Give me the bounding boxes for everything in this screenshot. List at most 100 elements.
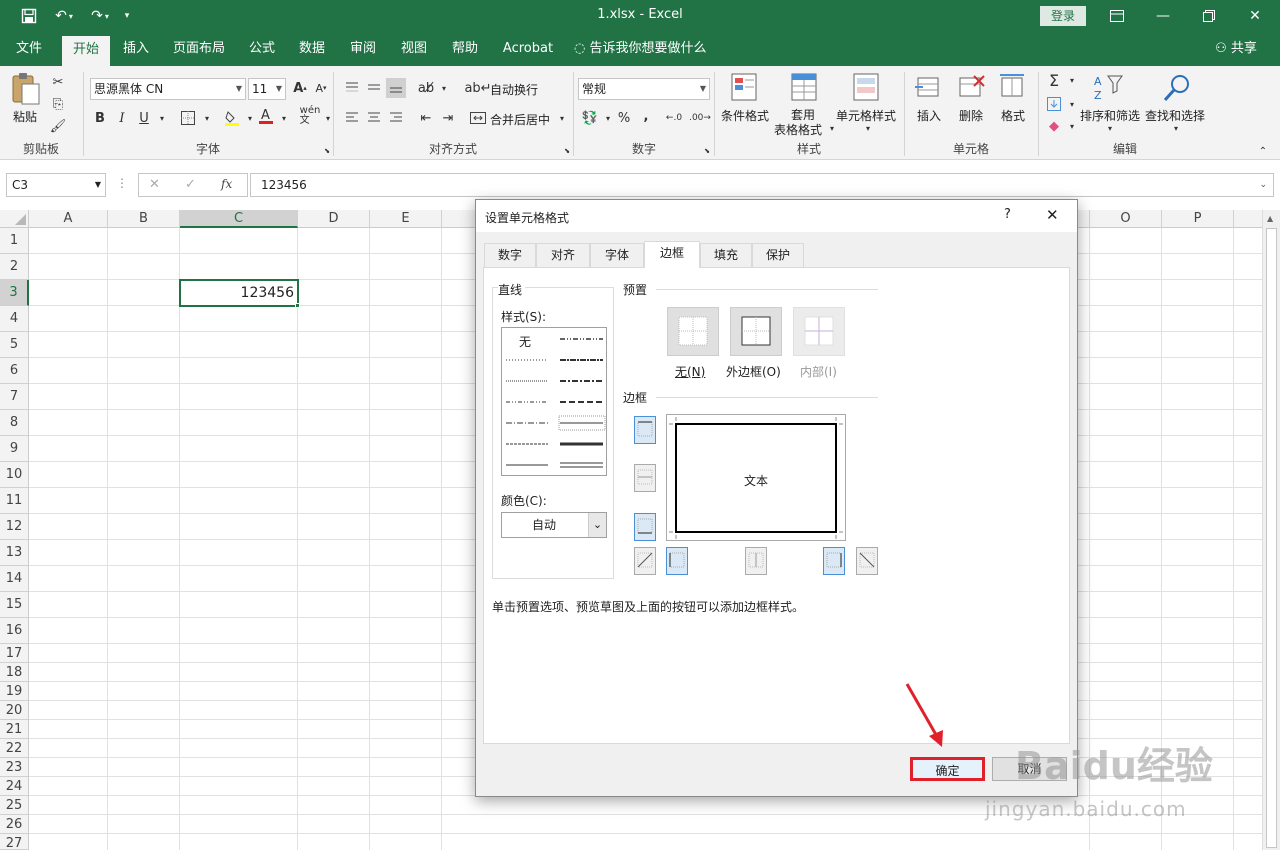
font-color-icon[interactable]: A: [256, 106, 276, 126]
tab-insert[interactable]: 插入: [114, 32, 158, 66]
row-header[interactable]: 26: [0, 815, 29, 834]
decrease-decimal-icon[interactable]: .00→: [689, 108, 711, 128]
collapse-ribbon-icon[interactable]: ⌃: [1256, 144, 1270, 158]
dialog-tab-protection[interactable]: 保护: [752, 243, 804, 267]
autosum-icon[interactable]: Σ: [1044, 70, 1064, 90]
row-header[interactable]: 27: [0, 834, 29, 851]
row-header[interactable]: 2: [0, 254, 29, 280]
row-header[interactable]: 5: [0, 332, 29, 358]
bottom-align-icon[interactable]: [386, 78, 406, 98]
border-middle-horizontal-button[interactable]: [634, 464, 656, 492]
row-header[interactable]: 10: [0, 462, 29, 488]
bold-button[interactable]: B: [90, 108, 110, 128]
row-header[interactable]: 25: [0, 796, 29, 815]
row-header[interactable]: 24: [0, 777, 29, 796]
row-header[interactable]: 15: [0, 592, 29, 618]
row-header[interactable]: 17: [0, 644, 29, 663]
tab-review[interactable]: 审阅: [341, 32, 385, 66]
login-button[interactable]: 登录: [1040, 6, 1086, 26]
scroll-thumb[interactable]: [1266, 228, 1277, 848]
format-painter-icon[interactable]: 🖌: [48, 116, 68, 136]
font-name-select[interactable]: 思源黑体 CN ▼: [90, 78, 246, 100]
cut-icon[interactable]: ✂: [48, 72, 68, 92]
row-header[interactable]: 9: [0, 436, 29, 462]
row-header[interactable]: 16: [0, 618, 29, 644]
tab-acrobat[interactable]: Acrobat: [496, 32, 560, 66]
currency-icon[interactable]: 💱: [580, 108, 600, 128]
font-launcher-icon[interactable]: ⬊: [322, 146, 332, 156]
format-cells-icon[interactable]: [998, 72, 1028, 104]
column-header[interactable]: E: [370, 210, 442, 228]
tab-help[interactable]: 帮助: [443, 32, 487, 66]
autosum-dropdown-icon[interactable]: ▾: [1062, 70, 1082, 90]
merge-dropdown-icon[interactable]: ▾: [552, 108, 572, 128]
border-diagonal-up-button[interactable]: [634, 547, 656, 575]
column-header-active[interactable]: C: [180, 210, 298, 228]
help-button[interactable]: ?: [1004, 207, 1011, 222]
tab-view[interactable]: 视图: [392, 32, 436, 66]
row-header[interactable]: 1: [0, 228, 29, 254]
dialog-close-button[interactable]: ✕: [1046, 206, 1059, 224]
vertical-scrollbar[interactable]: ▲: [1262, 210, 1280, 850]
dialog-tab-font[interactable]: 字体: [590, 243, 644, 267]
insert-cells-button[interactable]: 插入: [917, 107, 941, 124]
active-cell-c3[interactable]: 123456: [179, 279, 299, 307]
paste-label[interactable]: 粘贴: [13, 108, 37, 125]
confirm-entry-icon[interactable]: ✓: [185, 177, 196, 192]
font-color-dropdown-icon[interactable]: ▾: [274, 108, 294, 128]
share-button[interactable]: ⚇ 共享: [1206, 32, 1266, 66]
close-window-button[interactable]: ✕: [1232, 4, 1278, 28]
italic-button[interactable]: I: [112, 108, 132, 128]
column-header[interactable]: P: [1162, 210, 1234, 228]
format-cells-button[interactable]: 格式: [1001, 107, 1025, 124]
fill-color-icon[interactable]: [222, 108, 242, 128]
cell-styles-icon[interactable]: [852, 72, 882, 104]
merge-center-icon[interactable]: [468, 108, 488, 128]
color-dropdown-icon[interactable]: ⌄: [588, 513, 606, 537]
clear-icon[interactable]: ◆: [1044, 116, 1064, 136]
line-style-list[interactable]: 无: [501, 327, 607, 476]
underline-button[interactable]: U: [134, 108, 154, 128]
preset-inside-button[interactable]: [793, 307, 845, 356]
sort-filter-icon[interactable]: AZ: [1092, 72, 1126, 104]
dialog-tab-fill[interactable]: 填充: [700, 243, 752, 267]
increase-indent-icon[interactable]: ⇥: [438, 108, 458, 128]
expand-formula-icon[interactable]: ⌄: [1259, 174, 1267, 196]
top-align-icon[interactable]: [342, 78, 362, 98]
phonetic-icon[interactable]: wén 文: [300, 106, 321, 126]
delete-cells-button[interactable]: 删除: [959, 107, 983, 124]
row-header[interactable]: 14: [0, 566, 29, 592]
number-launcher-icon[interactable]: ⬊: [702, 146, 712, 156]
wrap-text-button[interactable]: 自动换行: [490, 81, 538, 98]
border-left-button[interactable]: [666, 547, 688, 575]
format-as-table-icon[interactable]: [790, 72, 820, 104]
alignment-launcher-icon[interactable]: ⬊: [562, 146, 572, 156]
tab-home[interactable]: 开始: [62, 36, 110, 66]
align-center-icon[interactable]: [364, 108, 384, 128]
row-header[interactable]: 7: [0, 384, 29, 410]
find-select-icon[interactable]: [1160, 72, 1194, 104]
border-preview[interactable]: 文本: [666, 414, 846, 541]
ribbon-display-icon[interactable]: [1094, 4, 1140, 28]
percent-button[interactable]: %: [614, 108, 634, 128]
ok-button[interactable]: 确定: [910, 757, 985, 781]
font-size-select[interactable]: 11 ▼: [248, 78, 286, 100]
increase-font-icon[interactable]: A ▴: [290, 78, 310, 98]
conditional-format-icon[interactable]: [730, 72, 760, 104]
decrease-font-icon[interactable]: A ▾: [311, 78, 331, 98]
column-header[interactable]: O: [1090, 210, 1162, 228]
copy-icon[interactable]: ⎘: [48, 94, 68, 114]
format-as-table-line2[interactable]: 表格格式: [774, 121, 822, 138]
row-header[interactable]: 6: [0, 358, 29, 384]
border-right-button[interactable]: [823, 547, 845, 575]
decrease-indent-icon[interactable]: ⇤: [416, 108, 436, 128]
tab-formulas[interactable]: 公式: [240, 32, 284, 66]
minimize-button[interactable]: —: [1140, 4, 1186, 28]
borders-dropdown-icon[interactable]: ▾: [197, 108, 217, 128]
row-header[interactable]: 12: [0, 514, 29, 540]
formula-input[interactable]: 123456 ⌄: [250, 173, 1274, 197]
row-header[interactable]: 8: [0, 410, 29, 436]
row-header[interactable]: 19: [0, 682, 29, 701]
orientation-icon[interactable]: ab̸: [416, 78, 436, 98]
column-header[interactable]: A: [29, 210, 108, 228]
